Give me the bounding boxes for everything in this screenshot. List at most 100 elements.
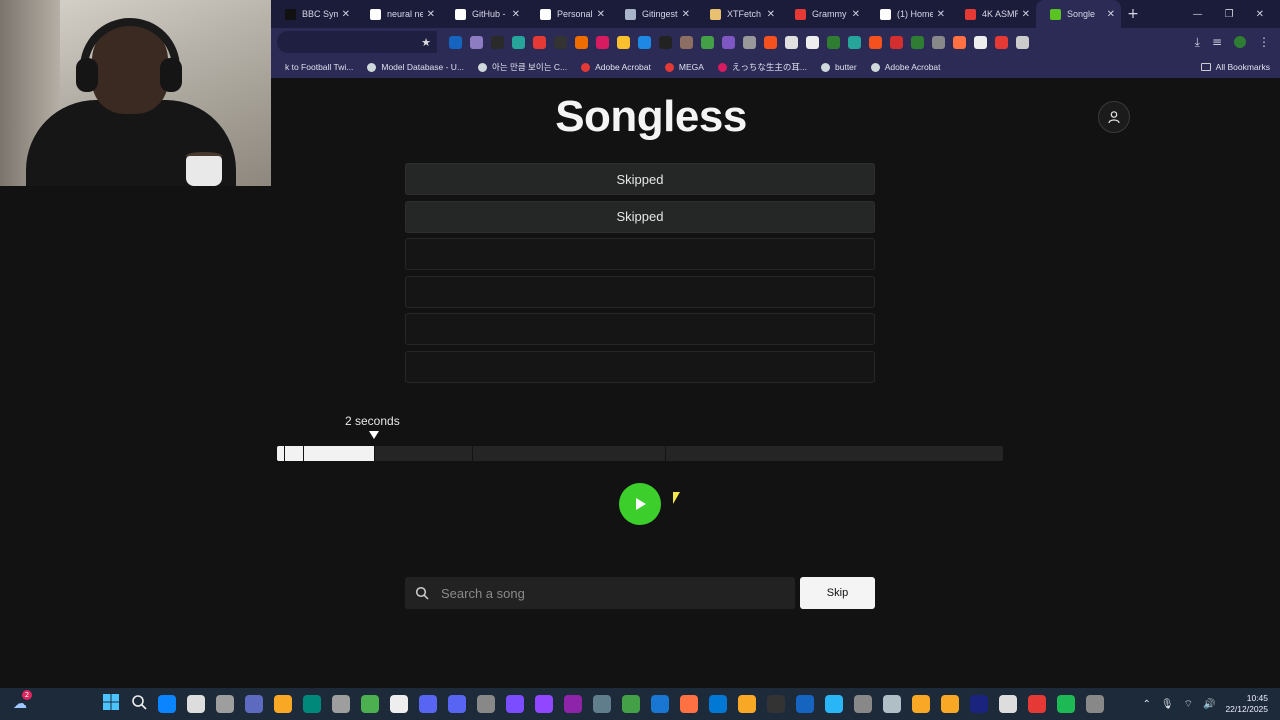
taskbar-app-icon[interactable] (709, 695, 727, 713)
taskbar-app-icon[interactable] (477, 695, 495, 713)
minimize-icon[interactable]: — (1193, 9, 1203, 20)
taskbar-app-icon[interactable] (274, 695, 292, 713)
taskbar-app-icon[interactable] (825, 695, 843, 713)
extension-icon[interactable] (659, 35, 672, 49)
clock[interactable]: 10:45 22/12/2025 (1225, 693, 1268, 715)
tab-1[interactable]: neural net ✕ (356, 0, 441, 28)
taskbar-app-icon[interactable] (506, 695, 524, 713)
new-tab-button[interactable]: + (1121, 6, 1145, 22)
extension-icon[interactable] (575, 35, 588, 49)
bookmark-item[interactable]: MEGA (664, 62, 704, 72)
tab-close-icon[interactable]: ✕ (767, 9, 775, 20)
extension-icon[interactable] (596, 35, 609, 49)
tab-close-icon[interactable]: ✕ (852, 9, 860, 20)
taskbar-app-icon[interactable] (854, 695, 872, 713)
address-bar[interactable]: ★ (277, 31, 437, 53)
extension-icon[interactable] (890, 35, 903, 49)
bookmark-item[interactable]: butter (821, 62, 857, 72)
taskbar-app-icon[interactable] (941, 695, 959, 713)
play-button[interactable] (619, 483, 661, 525)
taskbar-app-icon[interactable] (1086, 695, 1104, 713)
taskbar-app-icon[interactable] (622, 695, 640, 713)
bookmark-item[interactable]: えっちな生主の耳... (717, 61, 807, 73)
tab-8[interactable]: 4K ASMR ✕ (951, 0, 1036, 28)
bookmark-item[interactable]: Adobe Acrobat (581, 62, 651, 72)
user-profile-button[interactable] (1098, 101, 1130, 133)
taskbar-app-icon[interactable] (651, 695, 669, 713)
star-icon[interactable]: ★ (421, 36, 431, 49)
taskbar-app-icon[interactable] (187, 695, 205, 713)
downloads-icon[interactable]: ⤓ (1195, 35, 1200, 50)
extension-icon[interactable] (512, 35, 525, 49)
taskbar-app-icon[interactable] (332, 695, 350, 713)
taskbar-app-icon[interactable] (419, 695, 437, 713)
taskbar-app-icon[interactable] (738, 695, 756, 713)
extension-icon[interactable] (470, 35, 483, 49)
taskbar-app-icon[interactable] (1028, 695, 1046, 713)
taskbar-app-icon[interactable] (767, 695, 785, 713)
tab-close-icon[interactable]: ✕ (427, 9, 435, 20)
taskbar-app-icon[interactable] (970, 695, 988, 713)
extension-icon[interactable] (848, 35, 861, 49)
extension-icon[interactable] (638, 35, 651, 49)
taskbar-app-icon[interactable] (390, 695, 408, 713)
extension-icon[interactable] (617, 35, 630, 49)
taskbar-app-icon[interactable] (245, 695, 263, 713)
wifi-icon[interactable]: ⌔ (1184, 698, 1193, 711)
all-bookmarks-button[interactable]: All Bookmarks (1200, 62, 1270, 72)
extension-icon[interactable] (701, 35, 714, 49)
taskbar-app-icon[interactable] (1057, 695, 1075, 713)
taskbar-search-icon[interactable] (131, 694, 147, 714)
bookmark-item[interactable]: k to Football Twi... (271, 62, 353, 72)
extension-icon[interactable] (533, 35, 546, 49)
tab-6[interactable]: Grammy P ✕ (781, 0, 866, 28)
tab-close-icon[interactable]: ✕ (1107, 9, 1115, 20)
search-input[interactable] (441, 585, 771, 601)
extension-icon[interactable] (764, 35, 777, 49)
tab-2[interactable]: GitHub - (✕ (441, 0, 526, 28)
bookmark-item[interactable]: Model Database - U... (367, 62, 464, 72)
extension-icon[interactable] (827, 35, 840, 49)
extension-icon[interactable] (680, 35, 693, 49)
tab-close-icon[interactable]: ✕ (597, 9, 605, 20)
extension-icon[interactable] (722, 35, 735, 49)
tab-4[interactable]: Gitingest ✕ (611, 0, 696, 28)
skip-button[interactable]: Skip (800, 577, 875, 609)
tab-3[interactable]: Personaliz ✕ (526, 0, 611, 28)
extension-icon[interactable] (995, 35, 1008, 49)
extension-icon[interactable] (554, 35, 567, 49)
taskbar-app-icon[interactable] (680, 695, 698, 713)
taskbar-app-icon[interactable] (796, 695, 814, 713)
taskbar-app-icon[interactable] (303, 695, 321, 713)
extension-icon[interactable] (491, 35, 504, 49)
extension-icon[interactable] (953, 35, 966, 49)
chevron-up-icon[interactable]: ⌃ (1143, 699, 1151, 710)
taskbar-app-icon[interactable] (361, 695, 379, 713)
close-window-icon[interactable]: ✕ (1256, 9, 1264, 20)
extension-icon[interactable] (911, 35, 924, 49)
windows-start-icon[interactable] (102, 693, 120, 715)
bookmark-item[interactable]: 아는 만큼 보이는 C... (478, 61, 567, 73)
taskbar-app-icon[interactable] (593, 695, 611, 713)
extension-icon[interactable] (869, 35, 882, 49)
tab-close-icon[interactable]: ✕ (342, 9, 350, 20)
taskbar-app-icon[interactable] (912, 695, 930, 713)
bookmark-item[interactable]: Adobe Acrobat (870, 62, 941, 72)
restore-icon[interactable]: ❐ (1225, 9, 1234, 20)
extension-icon[interactable] (1016, 35, 1029, 49)
taskbar-app-icon[interactable] (564, 695, 582, 713)
taskbar-app-icon[interactable] (535, 695, 553, 713)
extension-icon[interactable] (785, 35, 798, 49)
taskbar-app-icon[interactable] (216, 695, 234, 713)
clip-progress-bar[interactable] (277, 446, 1003, 461)
tab-7[interactable]: (1) Home ✕ (866, 0, 951, 28)
menu-icon[interactable]: ⋮ (1258, 35, 1270, 49)
extension-icon[interactable] (449, 35, 462, 49)
media-icon[interactable]: ≡ (1212, 35, 1222, 49)
volume-icon[interactable]: 🔊 (1203, 699, 1215, 710)
extension-icon[interactable] (806, 35, 819, 49)
taskbar-app-icon[interactable] (448, 695, 466, 713)
widgets-button[interactable]: ☁ 2 (0, 690, 40, 712)
tab-close-icon[interactable]: ✕ (1022, 9, 1030, 20)
extension-icon[interactable] (932, 35, 945, 49)
